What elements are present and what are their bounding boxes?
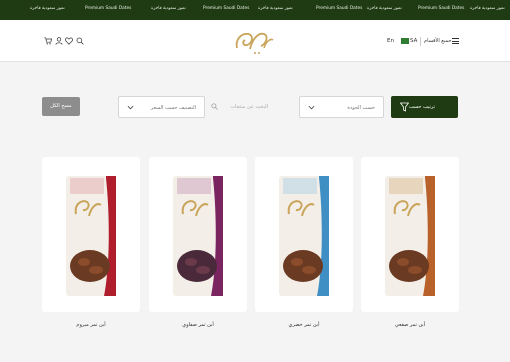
product-card[interactable] [42, 157, 140, 312]
price-sort-label: التصنيف حسب السعر [150, 105, 196, 111]
promo-message: تمور سعودية فاخرة [258, 6, 293, 11]
sort-by-select[interactable]: حسب الجودة [299, 96, 384, 118]
sort-by-label: حسب الجودة [347, 105, 375, 111]
product-name[interactable]: أبن تمر صقعي [361, 322, 459, 328]
promo-message: تمور سعودية فاخرة [30, 6, 65, 11]
site-header: En SA جميع الأقسام [0, 20, 510, 62]
promo-message: Premium Saudi Dates [316, 6, 363, 11]
product-search-input[interactable]: البحث عن منتجات [208, 96, 292, 118]
search-icon [211, 103, 218, 110]
filter-button[interactable]: ترتيب حسب [391, 96, 458, 118]
product-name[interactable]: أبن تمر مبروم [42, 322, 140, 328]
product-name[interactable]: أبن تمر صفاوي [149, 322, 247, 328]
user-icon[interactable] [55, 37, 63, 45]
product-image [66, 176, 116, 296]
all-categories-label[interactable]: جميع الأقسام [424, 38, 451, 44]
product-card[interactable] [361, 157, 459, 312]
filter-icon [400, 102, 409, 112]
clear-all-button[interactable]: مسح الكل [42, 97, 80, 116]
price-sort-select[interactable]: التصنيف حسب السعر [118, 96, 205, 118]
product-image [385, 176, 435, 296]
clear-all-label: مسح الكل [50, 103, 72, 109]
chevron-down-icon [127, 105, 134, 110]
promo-message: تمور سعودية فاخرة [151, 6, 186, 11]
product-image [173, 176, 223, 296]
promo-message: تمور سعودية فاخرة [470, 6, 505, 11]
chevron-down-icon [308, 105, 315, 110]
promo-bar: تمور سعودية فاخرة Premium Saudi Dates تم… [0, 0, 510, 20]
product-name[interactable]: أبن تمر خضري [255, 322, 353, 328]
filter-button-label: ترتيب حسب [409, 104, 436, 110]
flag-icon [401, 38, 409, 44]
brand-logo[interactable] [228, 24, 280, 58]
header-divider [420, 37, 421, 46]
product-card[interactable] [255, 157, 353, 312]
heart-icon[interactable] [65, 37, 73, 45]
promo-message: تمور سعودية فاخرة [367, 6, 402, 11]
cart-icon[interactable] [44, 37, 52, 45]
promo-message: Premium Saudi Dates [203, 6, 250, 11]
menu-icon[interactable] [452, 38, 459, 44]
language-switch[interactable]: En [387, 38, 394, 44]
product-card[interactable] [149, 157, 247, 312]
promo-message: Premium Saudi Dates [418, 6, 465, 11]
promo-message: Premium Saudi Dates [85, 6, 132, 11]
product-image [279, 176, 329, 296]
search-placeholder: البحث عن منتجات [230, 104, 268, 110]
country-code[interactable]: SA [410, 38, 417, 44]
search-icon[interactable] [76, 37, 84, 45]
